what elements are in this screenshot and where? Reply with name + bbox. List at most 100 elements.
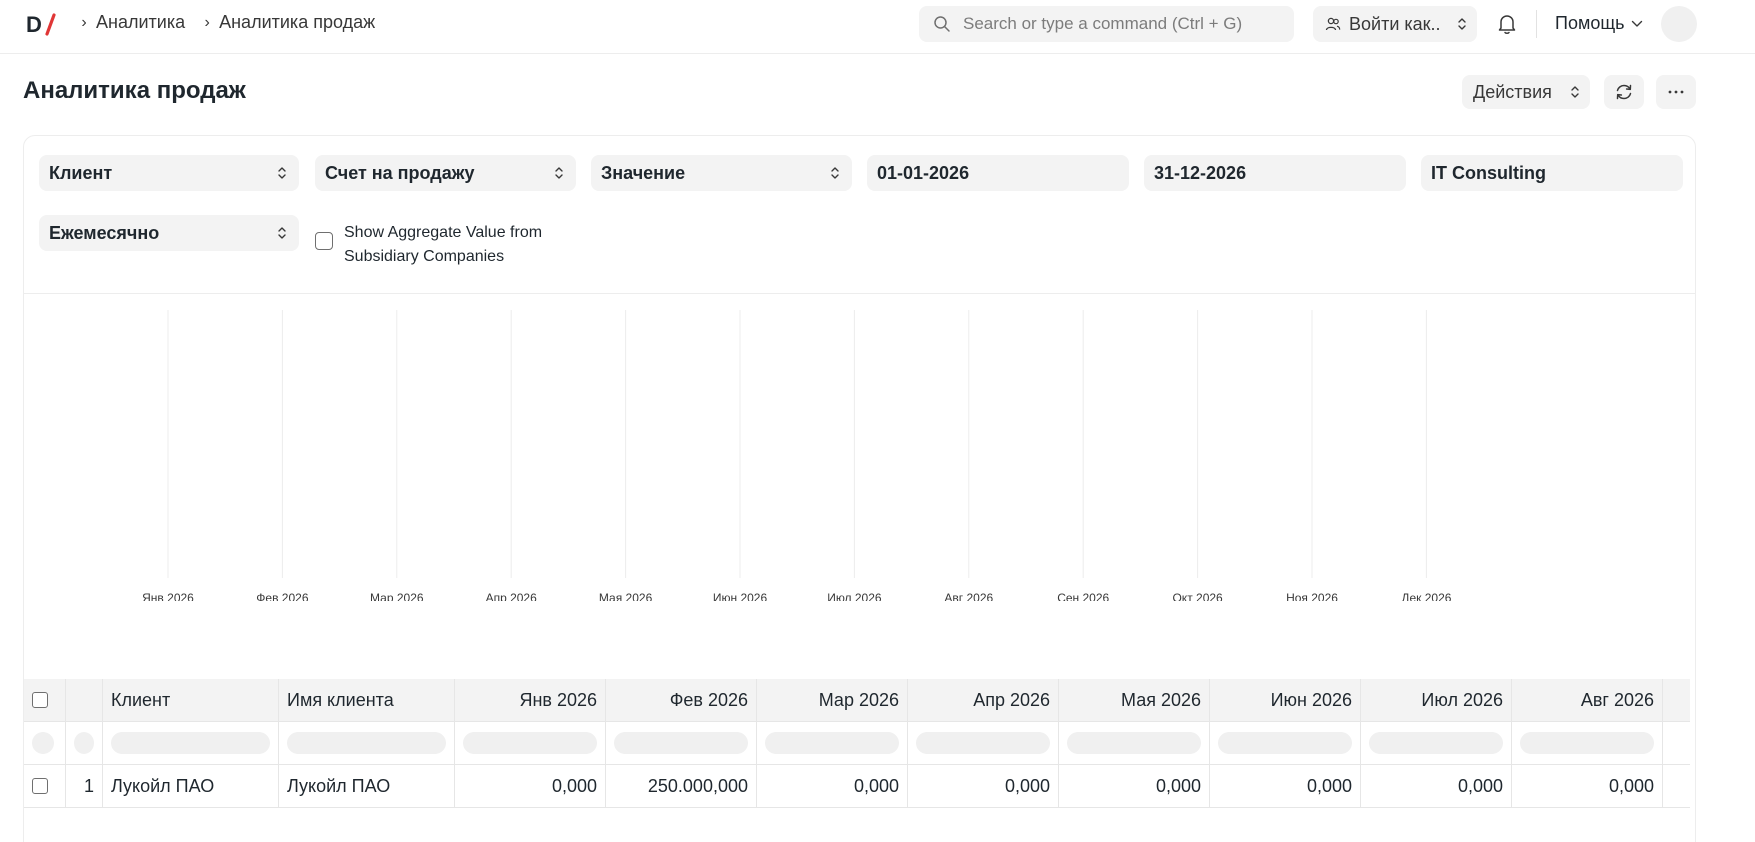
filter-company-value: IT Consulting bbox=[1431, 162, 1546, 183]
filter-value-quantity-value: Значение bbox=[601, 162, 686, 183]
value-cell: 0,000 bbox=[757, 765, 908, 807]
filter-from-date-value: 01-01-2026 bbox=[877, 162, 970, 183]
login-as-button[interactable]: Войти как.. bbox=[1313, 6, 1477, 42]
chart-x-tick-label: Окт 2026 bbox=[1172, 591, 1223, 601]
value-cell: 250.000,000 bbox=[606, 765, 757, 807]
aggregate-checkbox[interactable] bbox=[315, 232, 333, 250]
search-icon bbox=[934, 16, 950, 32]
value-cell: 0,000 bbox=[455, 765, 606, 807]
column-filter-placeholder[interactable] bbox=[32, 732, 54, 754]
filter-company[interactable]: IT Consulting bbox=[1421, 155, 1683, 191]
chevron-down-icon bbox=[1631, 20, 1642, 27]
column-header[interactable]: Апр 2026 bbox=[908, 679, 1059, 721]
filter-cell bbox=[908, 722, 1059, 764]
select-all-checkbox[interactable] bbox=[32, 692, 48, 708]
filter-range[interactable]: Ежемесячно bbox=[39, 215, 299, 251]
svg-text:D: D bbox=[26, 12, 42, 36]
table-row: 1 Лукойл ПАО Лукойл ПАО 0,000 250.000,000 0,0… bbox=[24, 765, 1690, 808]
chart-x-tick-label: Сен 2026 bbox=[1057, 591, 1109, 601]
column-header[interactable]: Мар 2026 bbox=[757, 679, 908, 721]
help-dropdown[interactable]: Помощь bbox=[1555, 13, 1643, 34]
column-header[interactable]: Имя клиента bbox=[279, 679, 455, 721]
value-cell: 0,000 bbox=[1210, 765, 1361, 807]
login-as-label: Войти как.. bbox=[1349, 13, 1441, 34]
column-filter-input[interactable] bbox=[463, 732, 597, 754]
breadcrumb-sales-analytics[interactable]: Аналитика продаж bbox=[219, 12, 375, 33]
filter-cell bbox=[24, 722, 66, 764]
filter-doc-type[interactable]: Счет на продажу bbox=[315, 155, 576, 191]
column-filter-input[interactable] bbox=[765, 732, 899, 754]
column-header[interactable]: Янв 2026 bbox=[455, 679, 606, 721]
value-cell: 0,000 bbox=[908, 765, 1059, 807]
column-filter-input[interactable] bbox=[1067, 732, 1201, 754]
filter-cell bbox=[1361, 722, 1512, 764]
sort-icon bbox=[831, 167, 839, 179]
breadcrumb: › Аналитика › Аналитика продаж bbox=[72, 12, 385, 33]
app-logo[interactable]: D bbox=[26, 12, 60, 36]
navbar: D › Аналитика › Аналитика продаж Войти к… bbox=[0, 0, 1755, 54]
filter-cell bbox=[1512, 722, 1663, 764]
column-header[interactable]: Мая 2026 bbox=[1059, 679, 1210, 721]
filter-to-date-value: 31-12-2026 bbox=[1154, 162, 1247, 183]
filter-cell bbox=[279, 722, 455, 764]
column-filter-input[interactable] bbox=[1218, 732, 1352, 754]
column-header[interactable]: Июн 2026 bbox=[1210, 679, 1361, 721]
filter-cell bbox=[103, 722, 279, 764]
aggregate-checkbox-label[interactable]: Show Aggregate Value from Subsidiary Com… bbox=[344, 221, 594, 269]
sales-chart: Янв 2026 Фев 2026 Мар 2026 Апр 2026 Мая 2026… bbox=[142, 310, 1452, 601]
filter-tree-type-value: Клиент bbox=[49, 162, 113, 183]
column-header[interactable]: Фев 2026 bbox=[606, 679, 757, 721]
filter-cell bbox=[1059, 722, 1210, 764]
table-header-row: Клиент Имя клиента Янв 2026 Фев 2026 Мар 202… bbox=[24, 679, 1690, 722]
help-label: Помощь bbox=[1555, 13, 1625, 33]
column-filter-input[interactable] bbox=[111, 732, 270, 754]
actions-button[interactable]: Действия bbox=[1462, 75, 1590, 109]
value-cell: 0,000 bbox=[1059, 765, 1210, 807]
value-cell-overflow bbox=[1512, 765, 1663, 807]
chart-x-tick-label: Дек 2026 bbox=[1401, 591, 1451, 601]
filter-to-date[interactable]: 31-12-2026 bbox=[1144, 155, 1406, 191]
table-filter-row bbox=[24, 722, 1690, 765]
filter-from-date[interactable]: 01-01-2026 bbox=[867, 155, 1129, 191]
value-cell: 0,000 bbox=[1361, 765, 1512, 807]
filter-value-quantity[interactable]: Значение bbox=[591, 155, 852, 191]
more-horizontal-icon bbox=[1668, 90, 1684, 94]
avatar[interactable] bbox=[1661, 6, 1697, 42]
chart-x-tick-label: Июн 2026 bbox=[713, 591, 768, 601]
filter-cell bbox=[757, 722, 908, 764]
column-header[interactable]: Клиент bbox=[103, 679, 279, 721]
actions-label: Действия bbox=[1473, 81, 1552, 102]
column-filter-placeholder[interactable] bbox=[74, 732, 94, 754]
column-filter-input[interactable] bbox=[916, 732, 1050, 754]
refresh-button[interactable] bbox=[1604, 75, 1644, 109]
column-filter-input[interactable] bbox=[614, 732, 748, 754]
column-filter-input[interactable] bbox=[1369, 732, 1503, 754]
chart-x-tick-label: Июл 2026 bbox=[827, 591, 882, 601]
refresh-icon bbox=[1616, 84, 1632, 100]
chart-x-tick-label: Янв 2026 bbox=[142, 591, 194, 601]
column-filter-input[interactable] bbox=[1520, 732, 1654, 754]
customer-name-cell: Лукойл ПАО bbox=[279, 765, 455, 807]
chart-x-tick-label: Фев 2026 bbox=[256, 591, 309, 601]
more-options-button[interactable] bbox=[1656, 75, 1696, 109]
customer-link[interactable]: Лукойл ПАО bbox=[103, 765, 279, 807]
sort-icon bbox=[1458, 18, 1466, 30]
report-table: Клиент Имя клиента Янв 2026 Фев 2026 Мар 202… bbox=[24, 679, 1690, 809]
filter-cell bbox=[66, 722, 103, 764]
chart-x-tick-label: Апр 2026 bbox=[486, 591, 538, 601]
search-input[interactable] bbox=[963, 14, 1283, 34]
column-header[interactable]: Июл 2026 bbox=[1361, 679, 1512, 721]
filter-tree-type[interactable]: Клиент bbox=[39, 155, 299, 191]
column-filter-input[interactable] bbox=[287, 732, 446, 754]
search-bar[interactable] bbox=[919, 6, 1294, 42]
row-select-cell bbox=[24, 765, 66, 807]
row-index: 1 bbox=[66, 765, 103, 807]
row-checkbox[interactable] bbox=[32, 778, 48, 794]
filter-cell bbox=[455, 722, 606, 764]
divider bbox=[24, 293, 1695, 294]
filter-range-value: Ежемесячно bbox=[49, 222, 160, 243]
breadcrumb-analytics[interactable]: Аналитика bbox=[96, 12, 185, 33]
chart-x-tick-label: Ноя 2026 bbox=[1286, 591, 1338, 601]
bell-icon[interactable] bbox=[1497, 13, 1517, 35]
column-header-overflow bbox=[1512, 679, 1663, 721]
